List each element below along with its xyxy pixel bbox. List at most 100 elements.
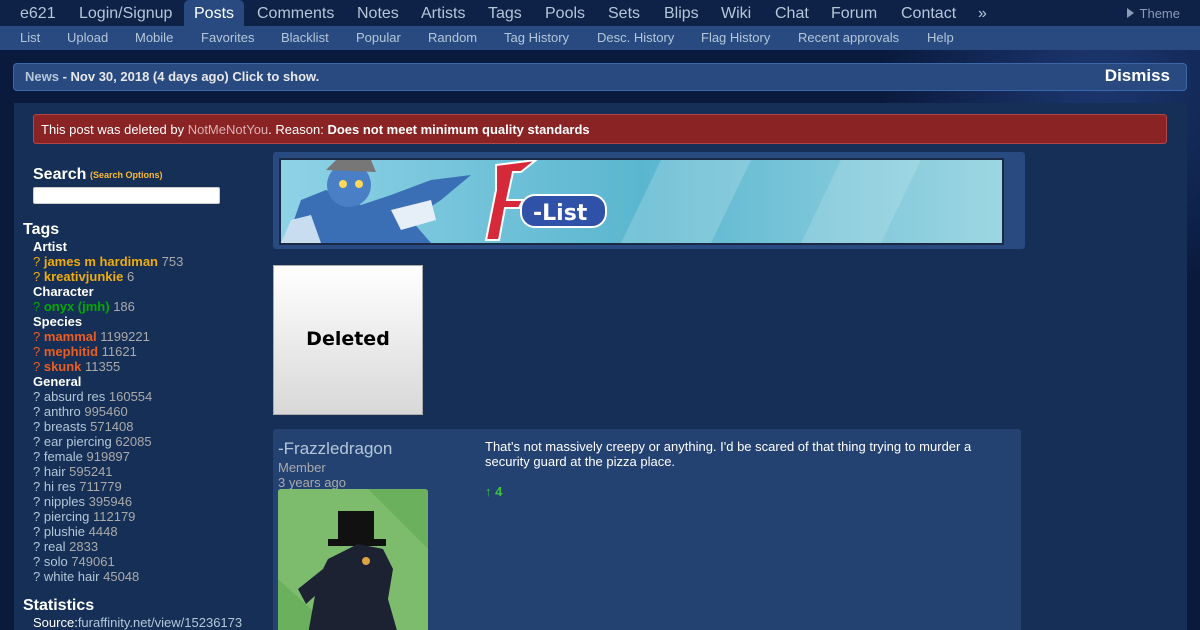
tag-name-link[interactable]: breasts — [44, 419, 87, 434]
news-label[interactable]: News — [25, 69, 59, 84]
tag-name-link[interactable]: hair — [44, 464, 66, 479]
tag-name-link[interactable]: ear piercing — [44, 434, 112, 449]
tag-name-link[interactable]: real — [44, 539, 66, 554]
tag-wiki-link[interactable]: ? — [33, 389, 44, 404]
tag-name-link[interactable]: mephitid — [44, 344, 98, 359]
nav-tags[interactable]: Tags — [488, 0, 522, 26]
tag-wiki-link[interactable]: ? — [33, 509, 44, 524]
tag-name-link[interactable]: female — [44, 449, 83, 464]
tag-wiki-link[interactable]: ? — [33, 269, 44, 284]
tag-name-link[interactable]: nipples — [44, 494, 85, 509]
nav-forum[interactable]: Forum — [831, 0, 877, 26]
nav-blips[interactable]: Blips — [664, 0, 699, 26]
comment-timestamp: 3 years ago — [278, 475, 346, 490]
notice-user-link[interactable]: NotMeNotYou — [188, 122, 268, 137]
subnav-desc-history[interactable]: Desc. History — [597, 26, 674, 50]
tag-row: ? solo 749061 — [33, 554, 115, 569]
subnav-random[interactable]: Random — [428, 26, 477, 50]
tag-name-link[interactable]: solo — [44, 554, 68, 569]
tag-wiki-link[interactable]: ? — [33, 359, 44, 374]
tag-wiki-link[interactable]: ? — [33, 554, 44, 569]
subnav-favorites[interactable]: Favorites — [201, 26, 254, 50]
source-row: Source:furaffinity.net/view/15236173 — [33, 615, 242, 630]
sub-nav: List Upload Mobile Favorites Blacklist P… — [0, 26, 1200, 50]
nav-sets[interactable]: Sets — [608, 0, 640, 26]
species-category-label: Species — [33, 314, 83, 329]
tag-wiki-link[interactable]: ? — [33, 329, 44, 344]
nav-e621[interactable]: e621 — [20, 0, 56, 26]
nav-contact[interactable]: Contact — [901, 0, 956, 26]
tag-name-link[interactable]: skunk — [44, 359, 82, 374]
nav-pools[interactable]: Pools — [545, 0, 585, 26]
comment-author-link[interactable]: -Frazzledragon — [278, 439, 392, 459]
avatar[interactable] — [278, 489, 428, 630]
tag-wiki-link[interactable]: ? — [33, 299, 44, 314]
tag-wiki-link[interactable]: ? — [33, 254, 44, 269]
subnav-tag-history[interactable]: Tag History — [504, 26, 569, 50]
main-nav: e621 Login/Signup Posts Comments Notes A… — [0, 0, 1200, 26]
theme-toggle[interactable]: Theme — [1126, 0, 1180, 26]
tag-name-link[interactable]: james m hardiman — [44, 254, 158, 269]
subnav-help[interactable]: Help — [927, 26, 954, 50]
subnav-upload[interactable]: Upload — [67, 26, 108, 50]
tag-row: ? hair 595241 — [33, 464, 113, 479]
tag-count: 112179 — [93, 509, 136, 524]
tag-name-link[interactable]: white hair — [44, 569, 100, 584]
comment-vote-score[interactable]: ↑ 4 — [485, 484, 502, 499]
subnav-recent-approvals[interactable]: Recent approvals — [798, 26, 899, 50]
tag-wiki-link[interactable]: ? — [33, 479, 44, 494]
general-category-label: General — [33, 374, 82, 389]
tag-count: 571408 — [90, 419, 134, 434]
tag-name-link[interactable]: onyx (jmh) — [44, 299, 110, 314]
statistics-heading: Statistics — [23, 597, 95, 614]
source-link[interactable]: furaffinity.net/view/15236173 — [78, 615, 242, 630]
tag-wiki-link[interactable]: ? — [33, 449, 44, 464]
tag-wiki-link[interactable]: ? — [33, 464, 44, 479]
tag-count: 711779 — [79, 479, 122, 494]
tag-row: ? female 919897 — [33, 449, 130, 464]
tag-wiki-link[interactable]: ? — [33, 344, 44, 359]
tag-name-link[interactable]: mammal — [44, 329, 97, 344]
nav-notes[interactable]: Notes — [357, 0, 399, 26]
tag-row: ? kreativjunkie 6 — [33, 269, 134, 284]
banner-artwork: -List — [281, 158, 1002, 243]
subnav-popular[interactable]: Popular — [356, 26, 401, 50]
subnav-list[interactable]: List — [20, 26, 40, 50]
search-input[interactable] — [33, 187, 220, 204]
tag-wiki-link[interactable]: ? — [33, 404, 44, 419]
tag-name-link[interactable]: piercing — [44, 509, 90, 524]
subnav-blacklist[interactable]: Blacklist — [281, 26, 329, 50]
tag-row: ? plushie 4448 — [33, 524, 118, 539]
news-bar[interactable]: News - Nov 30, 2018 (4 days ago) Click t… — [13, 63, 1187, 91]
nav-posts[interactable]: Posts — [184, 0, 245, 26]
tag-row: ? skunk 11355 — [33, 359, 120, 374]
tag-wiki-link[interactable]: ? — [33, 524, 44, 539]
tag-name-link[interactable]: anthro — [44, 404, 81, 419]
tag-wiki-link[interactable]: ? — [33, 569, 44, 584]
tag-name-link[interactable]: absurd res — [44, 389, 105, 404]
nav-comments[interactable]: Comments — [257, 0, 334, 26]
tag-count: 395946 — [88, 494, 133, 509]
search-options-link[interactable]: (Search Options) — [90, 170, 163, 180]
nav-chat[interactable]: Chat — [775, 0, 809, 26]
nav-more[interactable]: » — [978, 0, 987, 26]
subnav-flag-history[interactable]: Flag History — [701, 26, 770, 50]
tag-wiki-link[interactable]: ? — [33, 434, 44, 449]
subnav-mobile[interactable]: Mobile — [135, 26, 173, 50]
tag-row: ? breasts 571408 — [33, 419, 134, 434]
flist-banner[interactable]: -List — [279, 158, 1004, 245]
tag-wiki-link[interactable]: ? — [33, 539, 44, 554]
news-summary[interactable]: - Nov 30, 2018 (4 days ago) Click to sho… — [59, 69, 320, 84]
dismiss-button[interactable]: Dismiss — [1105, 66, 1170, 86]
nav-wiki[interactable]: Wiki — [721, 0, 751, 26]
nav-login-signup[interactable]: Login/Signup — [79, 0, 172, 26]
nav-artists[interactable]: Artists — [421, 0, 465, 26]
tag-name-link[interactable]: hi res — [44, 479, 76, 494]
tag-name-link[interactable]: kreativjunkie — [44, 269, 124, 284]
tag-wiki-link[interactable]: ? — [33, 419, 44, 434]
tag-wiki-link[interactable]: ? — [33, 494, 44, 509]
source-label: Source: — [33, 615, 78, 630]
tag-count: 749061 — [71, 554, 115, 569]
tag-name-link[interactable]: plushie — [44, 524, 85, 539]
tag-count: 595241 — [69, 464, 113, 479]
